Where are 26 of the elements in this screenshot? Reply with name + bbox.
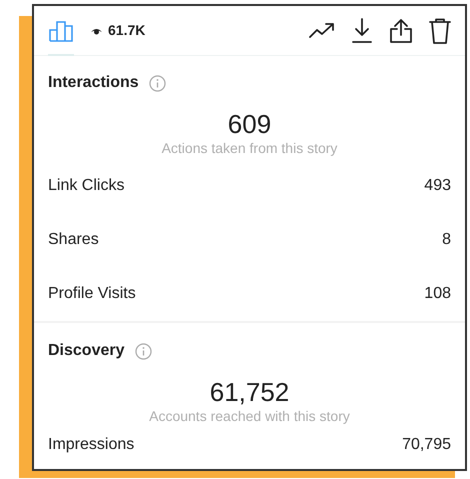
- metric-value: 70,795: [402, 435, 451, 455]
- view-count: 61.7K: [108, 21, 146, 40]
- total-value: 609: [228, 109, 272, 139]
- trend-icon: [309, 20, 335, 40]
- total-caption: Accounts reached with this story: [149, 407, 350, 425]
- info-icon: [134, 342, 152, 360]
- section-title: Interactions: [48, 73, 139, 93]
- total-value: 61,752: [210, 377, 290, 407]
- delete-icon: [429, 18, 451, 44]
- metric-label: Profile Visits: [48, 284, 136, 304]
- delete-button[interactable]: [429, 18, 451, 44]
- share-icon: [389, 18, 413, 44]
- total-caption: Actions taken from this story: [162, 139, 338, 157]
- trend-button[interactable]: [309, 20, 335, 40]
- metric-value: 108: [424, 284, 451, 304]
- metric-value: 493: [424, 176, 451, 196]
- info-icon: [148, 74, 166, 92]
- download-icon: [351, 18, 373, 44]
- eye-icon: [91, 26, 102, 34]
- share-button[interactable]: [389, 18, 413, 44]
- metric-label: Link Clicks: [48, 176, 124, 196]
- metric-label: Impressions: [48, 435, 134, 455]
- section-title: Discovery: [48, 341, 124, 361]
- metric-value: 8: [442, 230, 451, 250]
- download-button[interactable]: [351, 18, 373, 44]
- metric-label: Shares: [48, 230, 99, 250]
